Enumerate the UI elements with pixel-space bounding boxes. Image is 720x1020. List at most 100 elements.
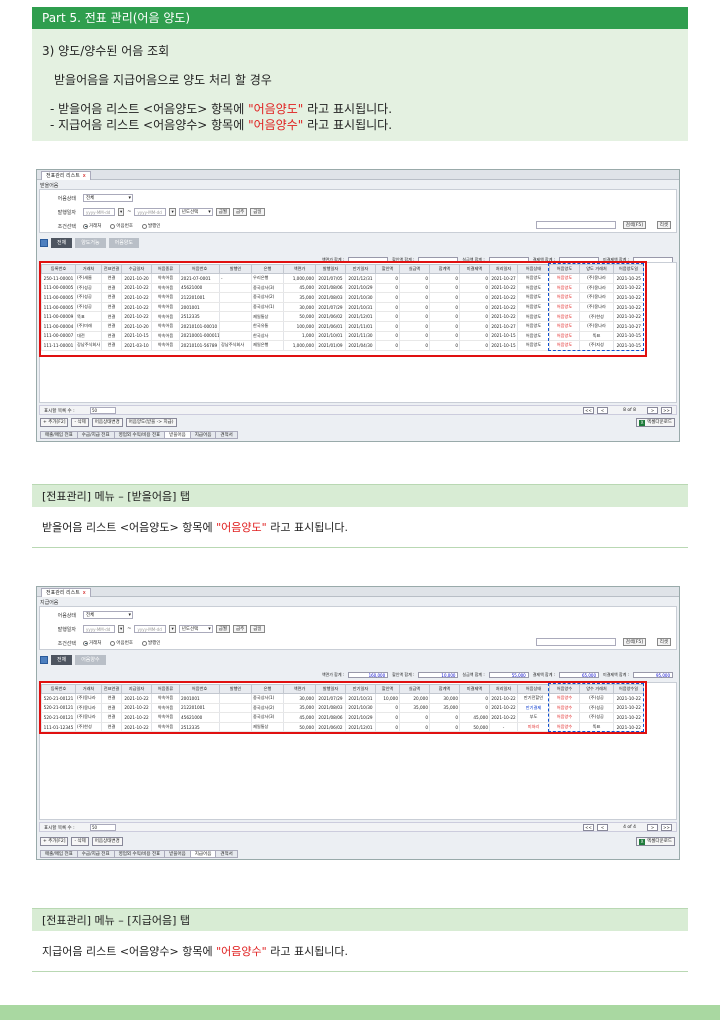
calendar-icon[interactable]: ▾ [169, 208, 176, 216]
screenshot-receivable-notes: 전표관리 리스트x받을어음어음상태전체발행일자yyyy-MM-dd▾~yyyy-… [36, 169, 680, 442]
breadcrumb: 받을어음 [40, 183, 59, 189]
date-label: 발행일자 [57, 626, 76, 633]
radio-dot-icon [141, 640, 147, 646]
form-row-status: 어음상태 전체 [44, 610, 133, 620]
intro-bullet-1: - 받을어음 리스트 <어음양도> 항목에 "어음양도" 라고 표시됩니다. [50, 102, 393, 116]
page-size-select[interactable]: 50 [90, 824, 116, 831]
condition-radio[interactable]: 어음번호 [110, 640, 133, 646]
highlight-blue-box [548, 683, 644, 733]
breadcrumb: 지급어음 [40, 600, 59, 606]
date-from-input[interactable]: yyyy-MM-dd [83, 208, 115, 216]
excel-icon: X [639, 420, 646, 426]
total-value: 95,000 [633, 671, 673, 678]
bottom-tab[interactable]: 수금/지급 전표 [76, 431, 115, 439]
date-tilde: ~ [127, 626, 132, 632]
excel-download-button[interactable]: X 엑셀다운로드 [636, 837, 675, 846]
form-row-condition: 조건선택 거래처 어음번호 발행인 [44, 638, 166, 648]
total-label: 결제액 합계 : [532, 671, 556, 677]
window-tab[interactable]: 전표관리 리스트 x [41, 588, 91, 597]
bottom-tab[interactable]: 매출/매입 전표 [40, 850, 78, 858]
today-button[interactable]: 금일 [250, 625, 265, 633]
action-button[interactable]: 어음상태변경 [91, 837, 123, 846]
close-icon[interactable]: x [83, 173, 86, 179]
first-page-button[interactable]: << [583, 824, 594, 831]
last-page-button[interactable]: >> [661, 407, 672, 414]
action-button[interactable]: 어음상태변경 [91, 418, 123, 427]
window-tab-label: 전표관리 리스트 [46, 590, 80, 596]
subtab[interactable]: 전체 [51, 655, 73, 665]
prev-page-button[interactable]: < [597, 407, 608, 414]
radio-label: 발행인 [147, 224, 161, 229]
calendar-icon[interactable]: ▾ [118, 208, 125, 216]
bottom-tab[interactable]: 견적서 [215, 431, 238, 439]
condition-label: 조건선택 [57, 640, 76, 647]
calendar-icon[interactable]: ▾ [118, 625, 125, 633]
subtab[interactable]: 전체 [51, 238, 73, 248]
action-buttons: + 추가[F2] - 삭제 어음상태변경 어음양도(받을 -> 지급) [40, 418, 177, 427]
date-to-input[interactable]: yyyy-MM-dd [134, 208, 167, 216]
excel-icon: X [639, 839, 646, 845]
prev-page-button[interactable]: < [597, 824, 608, 831]
status-select[interactable]: 전체 [83, 194, 133, 202]
page-size-label: 표시할 목록 수 : [44, 826, 75, 831]
date-from-input[interactable]: yyyy-MM-dd [83, 625, 115, 633]
status-select[interactable]: 전체 [83, 611, 133, 619]
search-button[interactable]: 검색[F5] [622, 221, 646, 229]
section1-body: 받을어음 리스트 <어음양도> 항목에 "어음양도" 라고 표시됩니다. [32, 508, 688, 548]
excel-download-button[interactable]: X 엑셀다운로드 [636, 418, 675, 427]
year-select[interactable]: 년도선택 [178, 625, 213, 633]
bottom-tab[interactable]: 받을어음 [164, 850, 191, 858]
search-button[interactable]: 검색[F5] [622, 638, 646, 646]
close-icon[interactable]: x [83, 590, 86, 596]
bottom-tab[interactable]: 영업외 수익/비용 전표 [113, 431, 166, 439]
grid-icon[interactable] [40, 239, 48, 247]
action-button[interactable]: - 삭제 [71, 837, 89, 846]
search-input[interactable] [536, 638, 616, 646]
reset-button[interactable]: 리셋 [656, 221, 671, 229]
radio-dot-icon [141, 223, 147, 229]
today-button[interactable]: 금일 [250, 208, 265, 216]
month-button[interactable]: 금월 [215, 625, 231, 633]
last-page-button[interactable]: >> [661, 824, 672, 831]
bottom-tab[interactable]: 지급어음 [189, 431, 217, 439]
intro-box: 3) 양도/양수된 어음 조회 받을어음을 지급어음으로 양도 처리 할 경우 … [32, 29, 688, 141]
date-to-input[interactable]: yyyy-MM-dd [134, 625, 167, 633]
first-page-button[interactable]: << [583, 407, 594, 414]
week-button[interactable]: 금주 [233, 625, 248, 633]
footer-bar [0, 1005, 720, 1020]
next-page-button[interactable]: > [647, 407, 658, 414]
subtab[interactable]: 어음양도 [108, 238, 140, 248]
subtab[interactable]: 어음양수 [75, 655, 106, 665]
page-size-select[interactable]: 50 [90, 407, 116, 414]
action-button[interactable]: + 추가[F2] [40, 418, 69, 427]
bottom-tab[interactable]: 영업외 수익/비용 전표 [113, 850, 166, 858]
bottom-tab[interactable]: 지급어음 [189, 850, 217, 858]
condition-radio[interactable]: 어음번호 [110, 223, 133, 229]
radio-dot-icon [83, 640, 88, 646]
next-page-button[interactable]: > [647, 824, 658, 831]
week-button[interactable]: 금주 [233, 208, 248, 216]
bottom-tab[interactable]: 견적서 [215, 850, 238, 858]
condition-radio[interactable]: 거래처 [83, 223, 101, 229]
bottom-tab[interactable]: 매출/매입 전표 [40, 431, 78, 439]
bottom-tab[interactable]: 수금/지급 전표 [76, 850, 115, 858]
calendar-icon[interactable]: ▾ [169, 625, 176, 633]
section2-body: 지급어음 리스트 <어음양수> 항목에 "어음양수" 라고 표시됩니다. [32, 932, 688, 972]
condition-radio[interactable]: 발행인 [141, 223, 161, 229]
subtab[interactable]: 양도거능 [75, 238, 106, 248]
action-button[interactable]: - 삭제 [71, 418, 89, 427]
total-label: 액면가 합계 : [321, 671, 345, 677]
action-button[interactable]: 어음양도(받을 -> 지급) [125, 418, 177, 427]
condition-radio[interactable]: 발행인 [141, 640, 160, 646]
grid-icon[interactable] [40, 656, 48, 664]
month-button[interactable]: 금월 [215, 208, 231, 216]
form-row-status: 어음상태 전체 [44, 193, 133, 203]
window-tab[interactable]: 전표관리 리스트 x [41, 171, 91, 180]
reset-button[interactable]: 리셋 [656, 638, 671, 646]
year-select[interactable]: 년도선택 [178, 208, 213, 216]
bottom-tab[interactable]: 받을어음 [164, 431, 191, 439]
excel-label: 엑셀다운로드 [647, 839, 672, 844]
search-input[interactable] [536, 221, 616, 229]
condition-radio[interactable]: 거래처 [83, 640, 101, 646]
action-button[interactable]: + 추가[F2] [40, 837, 69, 846]
